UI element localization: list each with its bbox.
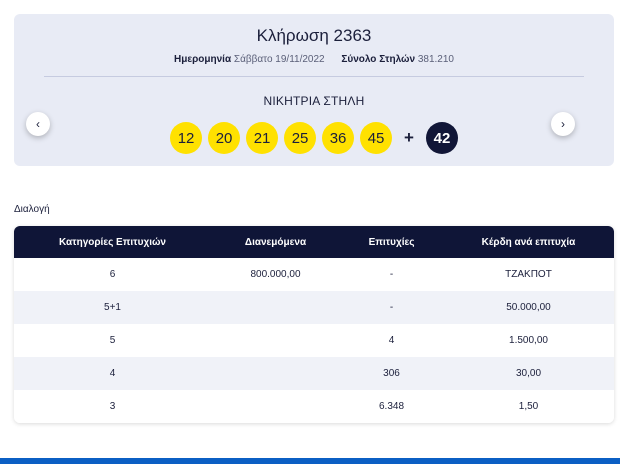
cell-category: 4 (109, 368, 116, 379)
cell-winners: 4 (388, 335, 395, 346)
divider (44, 76, 584, 77)
table-row: 5 4 1.500,00 (14, 324, 614, 357)
cell-prize: ΤΖΑΚΠΟΤ (505, 269, 552, 280)
chevron-left-icon: ‹ (36, 117, 40, 131)
cell-category: 5+1 (104, 302, 121, 313)
plus-sign: + (404, 128, 414, 147)
cell-winners: 6.348 (378, 401, 405, 412)
footer-accent-bar (0, 458, 620, 464)
date-label: Ημερομηνία (174, 54, 232, 65)
next-draw-button[interactable]: › (551, 112, 575, 136)
date-value: Σάββατο 19/11/2022 (233, 54, 325, 65)
winning-numbers: 12 20 21 25 36 45 + 42 (14, 122, 614, 154)
table-header-row: Κατηγορίες Επιτυχιών Διανεμόμενα Επιτυχί… (14, 226, 614, 258)
cell-distributed: 800.000,00 (250, 269, 301, 280)
cell-prize: 50.000,00 (506, 302, 551, 313)
previous-draw-button[interactable]: ‹ (26, 112, 50, 136)
header-category: Κατηγορίες Επιτυχιών (58, 236, 166, 248)
cell-winners: 306 (383, 368, 400, 379)
draw-title: Κλήρωση 2363 (256, 26, 372, 45)
bonus-ball: 42 (425, 122, 458, 154)
section-caption: Διαλογή (14, 204, 50, 215)
table-row: 3 6.348 1,50 (14, 390, 614, 423)
table-row: 5+1 - 50.000,00 (14, 291, 614, 324)
table-row: 4 306 30,00 (14, 357, 614, 390)
draw-card: Κλήρωση 2363 Ημερομηνία Σάββατο 19/11/20… (14, 14, 614, 166)
draw-meta: Ημερομηνία Σάββατο 19/11/2022 Σύνολο Στη… (14, 54, 614, 65)
number-ball: 25 (284, 122, 317, 154)
cell-winners: - (389, 302, 394, 313)
cell-prize: 1,50 (518, 401, 539, 412)
columns-value: 381.210 (417, 54, 454, 65)
table-row: 6 800.000,00 - ΤΖΑΚΠΟΤ (14, 258, 614, 291)
cell-prize: 30,00 (515, 368, 542, 379)
chevron-right-icon: › (561, 117, 565, 131)
cell-category: 6 (109, 269, 116, 280)
header-winners: Επιτυχίες (368, 236, 415, 248)
cell-prize: 1.500,00 (509, 335, 548, 346)
number-ball: 36 (322, 122, 355, 154)
number-ball: 20 (208, 122, 241, 154)
number-ball: 21 (246, 122, 279, 154)
header-prize: Κέρδη ανά επιτυχία (481, 236, 576, 248)
number-ball: 45 (360, 122, 393, 154)
columns-label: Σύνολο Στηλών (341, 54, 416, 65)
results-table: Κατηγορίες Επιτυχιών Διανεμόμενα Επιτυχί… (14, 226, 614, 423)
winning-column-label: ΝΙΚΗΤΡΙΑ ΣΤΗΛΗ (263, 94, 365, 108)
number-ball: 12 (170, 122, 203, 154)
cell-winners: - (389, 269, 394, 280)
cell-category: 3 (109, 401, 116, 412)
cell-category: 5 (109, 335, 116, 346)
header-distributed: Διανεμόμενα (244, 236, 307, 248)
